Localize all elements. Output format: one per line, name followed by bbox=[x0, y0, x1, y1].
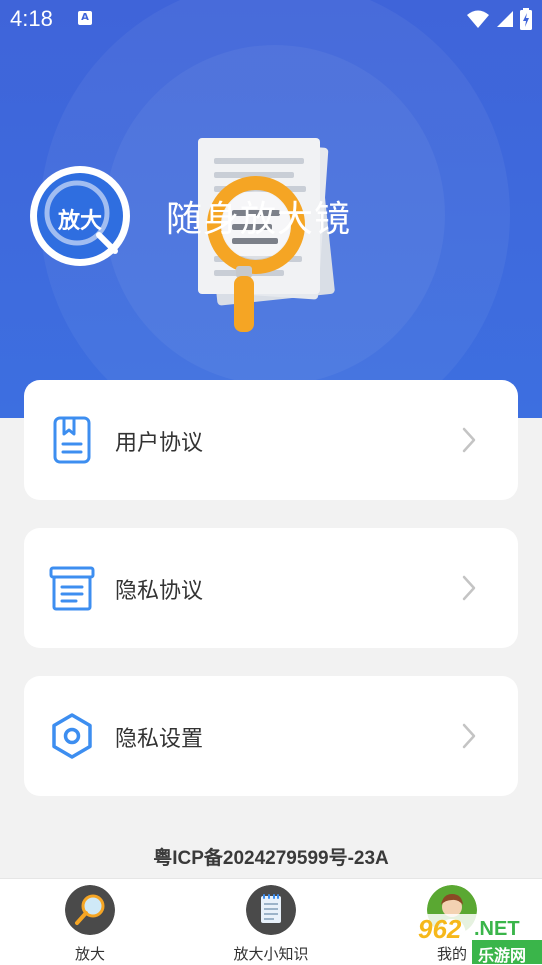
chevron-right-icon bbox=[462, 427, 476, 453]
chevron-right-icon bbox=[462, 723, 476, 749]
menu-item-privacy-agreement[interactable]: 隐私协议 bbox=[24, 528, 518, 648]
app-logo: 放大 bbox=[30, 166, 130, 266]
menu-item-user-agreement[interactable]: 用户协议 bbox=[24, 380, 518, 500]
battery-charging-icon bbox=[520, 8, 532, 30]
status-bar: 4:18 A bbox=[0, 0, 542, 40]
site-watermark: 962 .NET 乐游网 bbox=[412, 910, 542, 965]
logo-magnifier-icon bbox=[44, 180, 118, 254]
archive-document-icon bbox=[49, 566, 95, 611]
tab-knowledge[interactable]: 放大小知识 bbox=[221, 885, 321, 964]
status-time: 4:18 bbox=[10, 6, 53, 31]
watermark-suffix: .NET bbox=[474, 918, 520, 940]
menu-item-label: 用户协议 bbox=[115, 431, 204, 456]
hexagon-settings-icon bbox=[52, 713, 92, 759]
menu-item-privacy-settings[interactable]: 隐私设置 bbox=[24, 676, 518, 796]
magnifier-icon bbox=[65, 885, 115, 935]
bookmark-document-icon bbox=[53, 416, 91, 464]
header-banner: 放大 随身放大镜 bbox=[0, 0, 542, 418]
icp-license-text: 粤ICP备2024279599号-23A bbox=[153, 848, 389, 869]
app-title: 随身放大镜 bbox=[166, 199, 352, 240]
signal-icon bbox=[497, 11, 513, 27]
chevron-right-icon bbox=[462, 575, 476, 601]
watermark-number: 962 bbox=[418, 914, 462, 944]
menu-item-label: 隐私设置 bbox=[115, 727, 204, 752]
menu-item-label: 隐私协议 bbox=[115, 579, 204, 604]
wifi-icon bbox=[467, 10, 489, 28]
watermark-site: 乐游网 bbox=[478, 946, 527, 965]
notepad-icon bbox=[246, 885, 296, 935]
tab-label: 放大小知识 bbox=[233, 945, 309, 963]
tab-label: 放大 bbox=[74, 945, 105, 963]
tab-magnify[interactable]: 放大 bbox=[40, 885, 140, 964]
a-icon: A bbox=[78, 11, 92, 25]
